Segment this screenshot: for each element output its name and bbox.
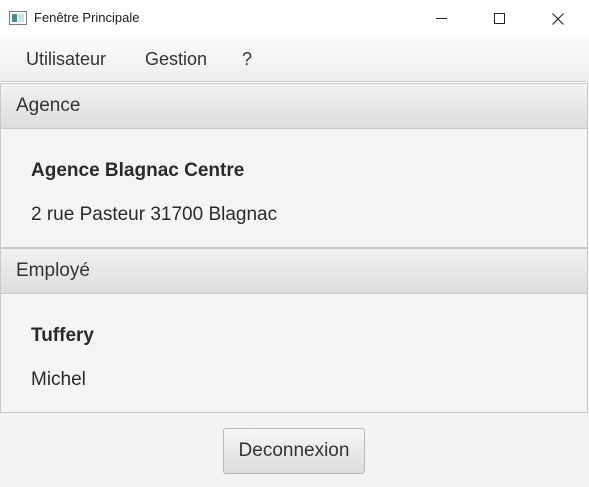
maximize-icon <box>493 13 505 24</box>
employe-pane-header[interactable]: Employé <box>0 248 588 294</box>
minimize-icon <box>435 18 447 19</box>
minimize-button[interactable] <box>412 0 470 37</box>
title-bar: Fenêtre Principale <box>0 0 589 37</box>
agence-pane-header[interactable]: Agence <box>0 83 588 129</box>
menu-bar: Utilisateur Gestion ? <box>0 37 589 82</box>
close-button[interactable] <box>529 0 587 37</box>
agence-pane-title: Agence <box>16 95 81 116</box>
main-content: Agence Agence Blagnac Centre 2 rue Paste… <box>0 83 589 487</box>
menu-utilisateur[interactable]: Utilisateur <box>26 49 106 70</box>
menu-help[interactable]: ? <box>242 49 252 70</box>
menu-gestion[interactable]: Gestion <box>145 49 207 70</box>
maximize-button[interactable] <box>470 0 528 37</box>
agence-address: 2 rue Pasteur 31700 Blagnac <box>31 204 278 225</box>
window-title: Fenêtre Principale <box>34 10 140 25</box>
agence-pane-body: Agence Blagnac Centre 2 rue Pasteur 3170… <box>0 129 588 248</box>
agence-name: Agence Blagnac Centre <box>31 160 245 181</box>
employe-lastname: Tuffery <box>31 325 94 346</box>
window-app-icon <box>9 11 27 25</box>
logout-button[interactable]: Deconnexion <box>223 428 365 474</box>
employe-pane-body: Tuffery Michel <box>0 294 588 413</box>
employe-firstname: Michel <box>31 369 86 390</box>
employe-pane-title: Employé <box>16 260 90 281</box>
close-icon <box>552 12 564 25</box>
